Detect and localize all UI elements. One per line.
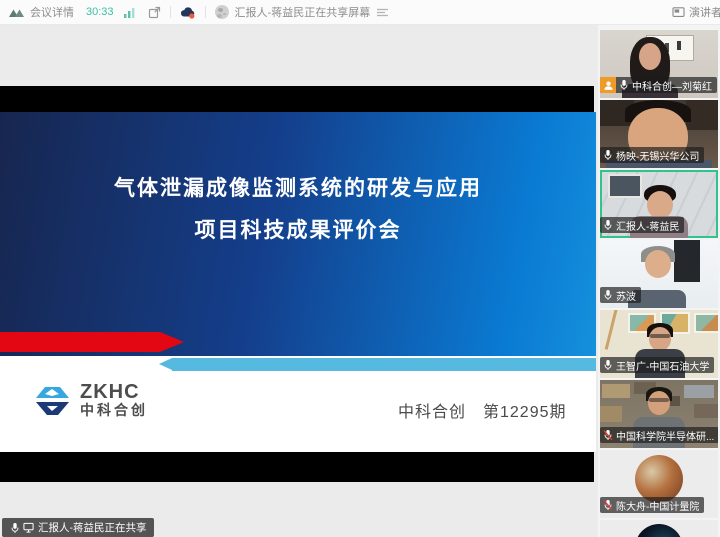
toolbar-divider [169,6,171,18]
participant-avatar [635,524,683,537]
mic-on-icon [603,359,613,371]
layout-switcher-label: 演讲者布局 [689,7,720,19]
participants-sidebar: 中科合创—刘菊红 杨映-无锡兴华公司 汇报人-蒋益民 苏波 王智广-中国石油大学… [598,24,720,537]
person-face [647,191,673,219]
speaker-layout-icon [672,7,685,17]
slide-title-line1: 气体泄漏成像监测系统的研发与应用 [114,177,482,200]
popout-icon[interactable] [148,6,161,19]
zkhc-logo-mark [36,386,69,415]
meeting-details-button[interactable]: 会议详情 [30,4,74,20]
participant-label: 汇报人-蒋益民 [600,217,685,233]
slide-lightblue-ribbon [159,358,596,371]
logo-chinese-name: 中科合创 [80,402,148,418]
list-toggle-icon[interactable] [377,8,389,17]
participant-label: 陈大舟-中国计量院 [600,497,705,513]
participant-tile-semiconductor-institute[interactable]: 中国科学院半导体研... [600,380,718,448]
slide-letterbox-bottom [0,452,594,482]
meeting-window: 会议详情 30:33 汇报人-蒋益民正在共享屏幕 演讲者 气体泄漏成像监测系统的… [0,0,720,537]
person-face [639,43,661,70]
shelf-box-decor [602,384,630,398]
person-icon [603,80,614,91]
person-face [645,250,671,278]
slide-title-line2: 项目科技成果评价会 [194,219,402,242]
shelf-box-decor [694,404,718,418]
participant-tile-liujuhong[interactable]: 中科合创—刘菊红 [600,30,718,98]
network-signal-icon [123,7,134,18]
mic-on-icon [10,522,20,534]
participant-tile-subo[interactable]: 苏波 [600,240,718,308]
shelf-box-decor [684,385,714,398]
participant-tile-wangzhiguang[interactable]: 王智广-中国石油大学 [600,310,718,378]
cloud-recording-icon[interactable] [180,6,196,19]
glasses-decor [650,334,670,338]
mic-on-icon [603,289,613,301]
shelf-box-decor [600,406,622,422]
sharing-banner-text: 汇报人-蒋益民正在共享 [38,522,147,534]
logo-acronym: ZKHC [80,381,140,403]
person-face [648,391,670,415]
participant-label: 杨映-无锡兴华公司 [600,147,705,163]
host-badge [600,77,616,93]
sharing-banner: 汇报人-蒋益民正在共享 [2,518,154,537]
zkhc-logo-text: ZKHC 中科合创 [80,382,148,419]
participant-tile-chendazhou[interactable]: 陈大舟-中国计量院 [600,450,718,518]
participant-name: 陈大舟-中国计量院 [616,501,700,513]
sharing-status-text: 汇报人-蒋益民正在共享屏幕 [234,7,371,19]
glasses-decor [649,398,669,402]
participant-name: 中科合创—刘菊红 [632,81,712,93]
person-face [649,327,671,351]
toolbar-divider [204,6,206,18]
mic-on-icon [619,79,629,91]
screen-share-area: 气体泄漏成像监测系统的研发与应用 项目科技成果评价会 ZKHC 中科合创 中科合… [0,24,598,537]
slide-red-ribbon [0,332,184,352]
mic-on-icon [603,149,613,161]
participant-label: 苏波 [600,287,641,303]
background-decor [674,240,700,282]
participant-tile-jiangyimin-speaking[interactable]: 汇报人-蒋益民 [600,170,718,238]
presenter-avatar [214,5,229,19]
painting-decor [694,313,718,333]
wall-frame-decor [608,174,642,198]
participant-name: 王智广-中国石油大学 [616,361,710,373]
participant-label: 中国科学院半导体研... [600,427,718,443]
participant-avatar [635,455,683,503]
app-logo-icon [9,9,24,17]
meeting-timer: 30:33 [86,6,114,18]
mic-muted-icon [603,429,613,441]
participant-tile-partial[interactable] [600,520,718,537]
zkhc-logo: ZKHC 中科合创 [34,382,148,419]
mic-on-icon [603,219,613,231]
top-toolbar: 会议详情 30:33 汇报人-蒋益民正在共享屏幕 演讲者 [0,0,720,25]
participant-tile-yangying[interactable]: 杨映-无锡兴华公司 [600,100,718,168]
mic-muted-icon [603,499,613,511]
slide-issue-text: 中科合创 第12295期 [398,404,567,421]
lamp-decor [604,310,619,350]
participant-name: 杨映-无锡兴华公司 [616,151,700,163]
participant-label: 中科合创—刘菊红 [600,77,717,93]
participant-name: 苏波 [616,291,636,303]
slide-title-panel: 气体泄漏成像监测系统的研发与应用 项目科技成果评价会 [0,112,596,356]
participant-label: 王智广-中国石油大学 [600,357,715,373]
participant-name: 中国科学院半导体研... [616,431,715,443]
layout-switcher-button[interactable]: 演讲者布局 [672,0,720,24]
toolbar-left-group: 会议详情 30:33 汇报人-蒋益民正在共享屏幕 [8,0,389,24]
slide-letterbox-top [0,86,594,112]
screen-share-icon [23,522,34,533]
participant-name: 汇报人-蒋益民 [616,221,680,233]
